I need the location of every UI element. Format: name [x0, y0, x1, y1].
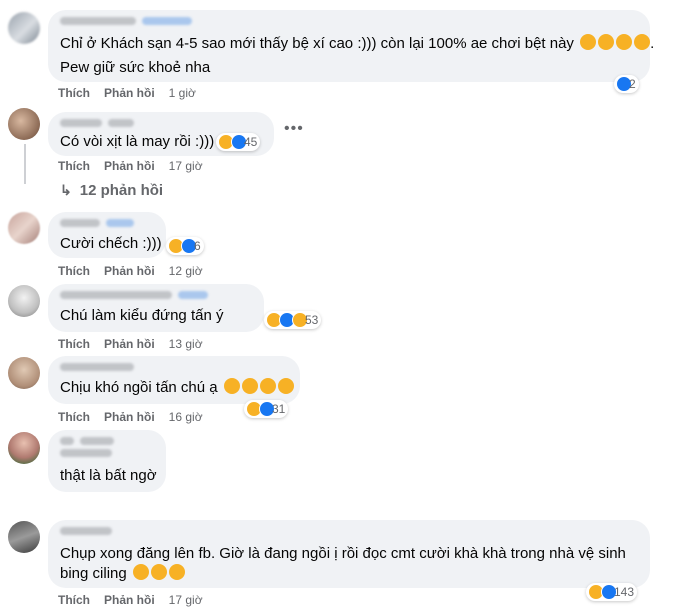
reaction-summary[interactable]: 143 [586, 583, 638, 601]
author-name-blurred[interactable] [60, 436, 114, 446]
comment-bubble: Chú làm kiểu đứng tấn ý [48, 284, 264, 332]
reaction-summary[interactable]: 31 [244, 400, 289, 418]
reply-button[interactable]: Phản hồi [104, 264, 155, 278]
like-button[interactable]: Thích [58, 86, 90, 100]
rolling-laughing-icon [259, 378, 276, 394]
comment-bubble: Chỉ ở Khách sạn 4-5 sao mới thấy bệ xí c… [48, 10, 654, 82]
rolling-laughing-icon [598, 34, 615, 50]
author-name-blurred[interactable] [60, 16, 192, 26]
timestamp[interactable]: 17 giờ [169, 159, 203, 173]
timestamp[interactable]: 1 giờ [169, 86, 196, 100]
timestamp[interactable]: 13 giờ [169, 337, 203, 351]
comment-bubble: thật là bất ngờ [48, 430, 166, 492]
more-options-icon[interactable]: ••• [284, 120, 304, 138]
like-button[interactable]: Thích [58, 410, 90, 424]
comment-bubble: Chụp xong đăng lên fb. Giờ là đang ngồi … [48, 520, 650, 588]
timestamp[interactable]: 16 giờ [169, 410, 203, 424]
grinning-squinting-icon [168, 564, 185, 580]
timestamp[interactable]: 17 giờ [169, 593, 203, 607]
comment-text: thật là bất ngờ [60, 467, 157, 484]
comment-text: Chịu khó ngồi tấn chú ạ [60, 378, 294, 398]
comment-text: Chú làm kiểu đứng tấn ý [60, 307, 224, 324]
avatar[interactable] [8, 357, 40, 389]
reaction-summary[interactable]: 6 [166, 237, 204, 255]
reply-button[interactable]: Phản hồi [104, 593, 155, 607]
comment-text: Chụp xong đăng lên fb. Giờ là đang ngồi … [60, 545, 626, 562]
avatar[interactable] [8, 108, 40, 140]
reply-button[interactable]: Phản hồi [104, 86, 155, 100]
author-name-blurred[interactable] [60, 290, 208, 300]
rolling-laughing-icon [241, 378, 258, 394]
author-name-blurred[interactable] [60, 362, 134, 372]
comment-actions: Thích Phản hồi 1 giờ [58, 86, 196, 100]
reaction-summary[interactable]: 2 [614, 75, 639, 93]
comment-bubble: Chịu khó ngồi tấn chú ạ [48, 356, 300, 404]
comment-text: Pew giữ sức khoẻ nha [60, 59, 211, 76]
avatar[interactable] [8, 12, 40, 44]
rolling-laughing-icon [580, 34, 597, 50]
reply-arrow-icon: ↳ [60, 182, 72, 198]
rolling-laughing-icon [634, 34, 651, 50]
rolling-laughing-icon [616, 34, 633, 50]
reaction-summary[interactable]: 45 [216, 133, 261, 151]
comment-bubble: Cười chếch :))) [48, 212, 166, 258]
avatar[interactable] [8, 432, 40, 464]
comment-text: Chỉ ở Khách sạn 4-5 sao mới thấy bệ xí c… [60, 34, 655, 52]
view-replies-link[interactable]: ↳ 12 phản hồi [60, 182, 163, 199]
author-name-blurred[interactable] [60, 218, 134, 228]
like-button[interactable]: Thích [58, 593, 90, 607]
author-name-blurred[interactable] [60, 118, 134, 128]
comment-text: Có vòi xịt là may rồi :))) [60, 133, 215, 150]
like-button[interactable]: Thích [58, 264, 90, 278]
comment-actions: Thích Phản hồi 17 giờ [58, 593, 203, 607]
comment-text: Cười chếch :))) [60, 235, 162, 252]
thread-line [24, 144, 26, 184]
reply-button[interactable]: Phản hồi [104, 159, 155, 173]
rolling-laughing-icon [277, 378, 294, 394]
reaction-summary[interactable]: 53 [264, 311, 322, 329]
avatar[interactable] [8, 212, 40, 244]
reply-button[interactable]: Phản hồi [104, 337, 155, 351]
comment-actions: Thích Phản hồi 13 giờ [58, 337, 203, 351]
grinning-squinting-icon [150, 564, 167, 580]
comment-actions: Thích Phản hồi 12 giờ [58, 264, 203, 278]
author-name-blurred [60, 448, 112, 458]
rolling-laughing-icon [223, 378, 240, 394]
avatar[interactable] [8, 521, 40, 553]
like-button[interactable]: Thích [58, 337, 90, 351]
comment-actions: Thích Phản hồi 16 giờ [58, 410, 203, 424]
timestamp[interactable]: 12 giờ [169, 264, 203, 278]
comment-actions: Thích Phản hồi 17 giờ [58, 159, 203, 173]
avatar[interactable] [8, 285, 40, 317]
reply-button[interactable]: Phản hồi [104, 410, 155, 424]
comment-text: bing ciling [60, 564, 185, 584]
grinning-squinting-icon [132, 564, 149, 580]
author-name-blurred[interactable] [60, 526, 112, 536]
like-button[interactable]: Thích [58, 159, 90, 173]
